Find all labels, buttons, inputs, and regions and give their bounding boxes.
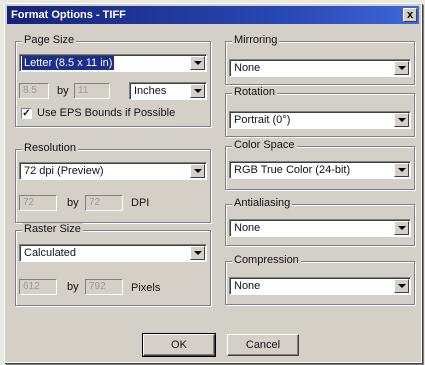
- resolution-label: Resolution: [22, 142, 78, 154]
- resolution-by-label: by: [67, 197, 79, 209]
- chevron-down-icon[interactable]: [394, 279, 409, 293]
- raster-width-field[interactable]: 612: [19, 279, 57, 295]
- resolution-x-field[interactable]: 72: [19, 195, 57, 211]
- page-size-select[interactable]: Letter (8.5 x 11 in): [19, 54, 207, 72]
- raster-height-field[interactable]: 792: [85, 279, 123, 295]
- window-title: Format Options - TIFF: [11, 9, 126, 21]
- page-size-label: Page Size: [22, 34, 77, 46]
- chevron-down-icon[interactable]: [190, 246, 205, 260]
- page-size-value: Letter (8.5 x 11 in): [22, 56, 115, 70]
- ok-button[interactable]: OK: [142, 333, 216, 357]
- chevron-down-icon[interactable]: [394, 163, 409, 177]
- units-select[interactable]: Inches: [129, 82, 207, 100]
- raster-by-label: by: [67, 281, 79, 293]
- antialiasing-value: None: [234, 222, 261, 234]
- raster-size-label: Raster Size: [22, 223, 83, 235]
- raster-size-value: Calculated: [24, 247, 76, 259]
- chevron-down-icon[interactable]: [394, 221, 409, 235]
- mirroring-value: None: [234, 62, 261, 74]
- resolution-group: Resolution: [15, 142, 211, 223]
- cancel-button[interactable]: Cancel: [227, 334, 299, 356]
- chevron-down-icon[interactable]: [190, 56, 205, 70]
- resolution-y-field[interactable]: 72: [85, 195, 123, 211]
- page-height-field[interactable]: 11: [74, 83, 110, 99]
- units-value: Inches: [134, 85, 167, 97]
- resolution-unit: DPI: [131, 197, 150, 209]
- mirroring-label: Mirroring: [232, 34, 280, 46]
- raster-unit: Pixels: [131, 282, 161, 294]
- raster-size-select[interactable]: Calculated: [19, 244, 207, 262]
- resolution-value: 72 dpi (Preview): [24, 165, 104, 177]
- compression-select[interactable]: None: [229, 277, 411, 295]
- close-button[interactable]: x: [403, 8, 417, 22]
- eps-bounds-label: Use EPS Bounds if Possible: [37, 107, 176, 119]
- chevron-down-icon[interactable]: [190, 84, 205, 98]
- color-space-select[interactable]: RGB True Color (24-bit): [229, 161, 411, 179]
- chevron-down-icon[interactable]: [394, 61, 409, 75]
- color-space-value: RGB True Color (24-bit): [234, 164, 351, 176]
- chevron-down-icon[interactable]: [190, 164, 205, 178]
- page-width-field[interactable]: 8.5: [19, 83, 49, 99]
- rotation-label: Rotation: [232, 86, 277, 98]
- page-by-label: by: [57, 85, 69, 97]
- antialiasing-select[interactable]: None: [229, 219, 411, 237]
- chevron-down-icon[interactable]: [394, 113, 409, 127]
- eps-bounds-checkbox[interactable]: ✓: [21, 108, 32, 119]
- rotation-select[interactable]: Portrait (0°): [229, 111, 411, 129]
- close-icon: x: [406, 9, 414, 21]
- format-options-dialog: Format Options - TIFF x Page Size Letter…: [4, 3, 422, 363]
- rotation-value: Portrait (0°): [234, 114, 291, 126]
- color-space-label: Color Space: [232, 139, 297, 151]
- compression-value: None: [234, 280, 261, 292]
- title-bar[interactable]: Format Options - TIFF x: [7, 6, 419, 24]
- compression-label: Compression: [232, 254, 301, 266]
- mirroring-select[interactable]: None: [229, 59, 411, 77]
- resolution-select[interactable]: 72 dpi (Preview): [19, 162, 207, 180]
- antialiasing-label: Antialiasing: [232, 197, 293, 209]
